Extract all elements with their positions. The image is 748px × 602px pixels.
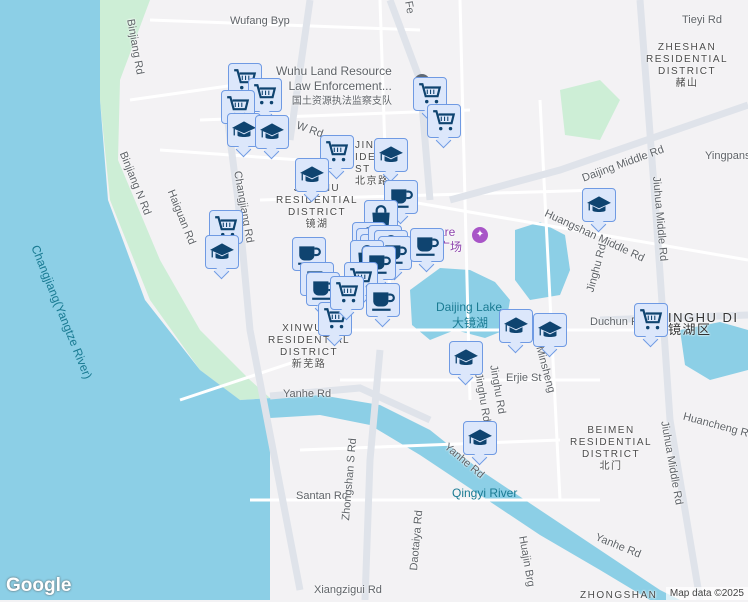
map-marker-cap[interactable] bbox=[449, 341, 483, 375]
water-label-daijing: Daijing Lake bbox=[436, 300, 503, 314]
graduation-cap-icon bbox=[467, 425, 493, 451]
shopping-cart-icon bbox=[334, 280, 360, 306]
graduation-cap-icon bbox=[209, 239, 235, 265]
map-marker-cap[interactable] bbox=[205, 235, 239, 269]
road-label: Fe bbox=[402, 0, 417, 15]
graduation-cap-icon bbox=[537, 317, 563, 343]
poi-name: Law Enforcement... bbox=[288, 79, 392, 93]
coffee-cup-icon bbox=[370, 287, 396, 313]
district-label-zhongshan: ZHONGSHAN bbox=[580, 590, 658, 601]
district-label-jinghu-east: INGHU DI 镜湖区 bbox=[668, 311, 739, 337]
road-label: Yingpanshan bbox=[705, 150, 748, 162]
shopping-cart-icon bbox=[431, 108, 457, 134]
road-label: Yanhe Rd bbox=[283, 388, 332, 400]
shopping-cart-icon bbox=[638, 307, 664, 333]
road-label: Tieyi Rd bbox=[682, 14, 722, 26]
road-label: Xiangzigui Rd bbox=[314, 584, 382, 596]
map-marker-cap[interactable] bbox=[463, 421, 497, 455]
map-marker-cap[interactable] bbox=[499, 309, 533, 343]
map-marker-cap[interactable] bbox=[374, 138, 408, 172]
district-label-beimen: BEIMEN RESIDENTIAL DISTRICT 北门 bbox=[570, 425, 652, 473]
graduation-cap-icon bbox=[453, 345, 479, 371]
graduation-cap-icon bbox=[299, 162, 325, 188]
graduation-cap-icon bbox=[378, 142, 404, 168]
poi-wuhu-land-resource[interactable]: Wuhu Land Resource Law Enforcement... 国土… bbox=[276, 64, 392, 109]
graduation-cap-icon bbox=[259, 119, 285, 145]
district-name-zh: 新芜路 bbox=[291, 359, 327, 370]
north-lake bbox=[515, 222, 570, 300]
district-name: ZHESHAN RESIDENTIAL DISTRICT bbox=[646, 42, 729, 77]
map-marker-cap[interactable] bbox=[295, 158, 329, 192]
map-marker-cap[interactable] bbox=[533, 313, 567, 347]
poi-name-zh: 国土资源执法监察支队 bbox=[291, 96, 392, 107]
coffee-cup-icon bbox=[414, 232, 440, 258]
graduation-cap-icon bbox=[503, 313, 529, 339]
district-name-zh: 赭山 bbox=[675, 78, 699, 89]
graduation-cap-icon bbox=[231, 117, 257, 143]
map-marker-cap[interactable] bbox=[255, 115, 289, 149]
map-marker-cart[interactable] bbox=[427, 104, 461, 138]
water-label-daijing-zh: 大镜湖 bbox=[452, 316, 489, 330]
map-attribution[interactable]: Map data ©2025 bbox=[665, 587, 748, 600]
map-marker-coffee[interactable] bbox=[410, 228, 444, 262]
road-label: Erjie St bbox=[506, 372, 542, 384]
map-marker-cart[interactable] bbox=[634, 303, 668, 337]
road-label: Santan Rd bbox=[296, 490, 348, 502]
google-logo: Google bbox=[6, 575, 72, 596]
water-label-qingyi: Qingyi River bbox=[452, 486, 518, 500]
map-marker-cart[interactable] bbox=[330, 276, 364, 310]
map-marker-cap[interactable] bbox=[582, 188, 616, 222]
poi-name: Wuhu Land Resource bbox=[276, 64, 392, 78]
shopping-pin-icon[interactable]: ✦ bbox=[472, 227, 488, 243]
district-name-zh: 镜湖区 bbox=[668, 322, 712, 337]
district-name: BEIMEN RESIDENTIAL DISTRICT bbox=[570, 425, 653, 460]
park-area bbox=[560, 80, 620, 140]
district-label-zheshan: ZHESHAN RESIDENTIAL DISTRICT 赭山 bbox=[646, 42, 728, 90]
district-name-zh: 镜湖 bbox=[305, 219, 329, 230]
district-name-zh: 北门 bbox=[599, 461, 623, 472]
shopping-cart-icon bbox=[252, 82, 278, 108]
road-label: Wufang Byp bbox=[230, 15, 290, 27]
graduation-cap-icon bbox=[586, 192, 612, 218]
map-marker-coffee[interactable] bbox=[366, 283, 400, 317]
